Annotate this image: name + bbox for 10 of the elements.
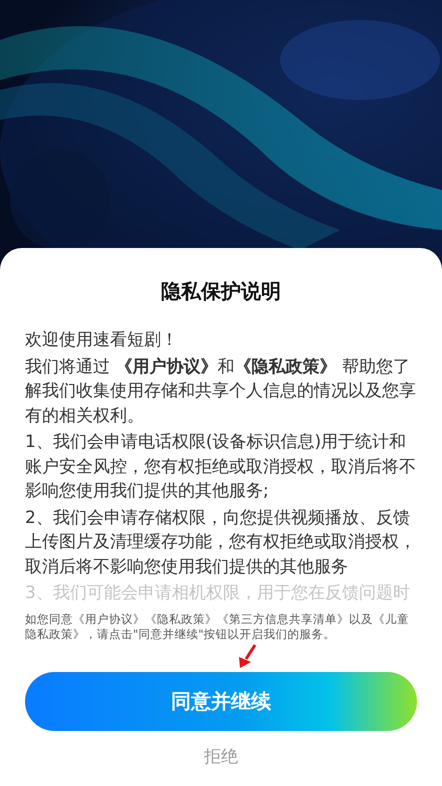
- policy-paragraph: 2、我们会申请存储权限，向您提供视频播放、反馈上传图片及清理缓存功能，您有权拒绝或取消授权，取消后将不影响您使用我们提供的其他服务: [25, 506, 417, 578]
- policy-paragraph: 我们将通过 《用户协议》和《隐私政策》 帮助您了解我们收集使用存储和共享个人信息的情况以及您享有的相关权利。: [25, 356, 417, 428]
- agree-button[interactable]: 同意并继续: [25, 672, 417, 730]
- policy-paragraph: 3、我们可能会申请相机权限，用于您在反馈问题时: [25, 582, 411, 605]
- reject-button[interactable]: 拒绝: [198, 742, 244, 772]
- policy-paragraph: 1、我们会申请电话权限(设备标识信息)用于统计和账户安全风控，您有权拒绝或取消授权，取消后将不影响您使用我们提供的其他服务;: [25, 431, 417, 503]
- dialog-title: 隐私保护说明: [160, 278, 282, 305]
- consent-notice: 如您同意《用户协议》《隐私政策》《第三方信息共享清单》以及《儿童隐私政策》，请点击"同意并继续"按钮以开启我们的服务。: [25, 612, 410, 642]
- pointer-arrow: [239, 644, 256, 668]
- policy-paragraph: 欢迎使用速看短剧！: [25, 329, 179, 352]
